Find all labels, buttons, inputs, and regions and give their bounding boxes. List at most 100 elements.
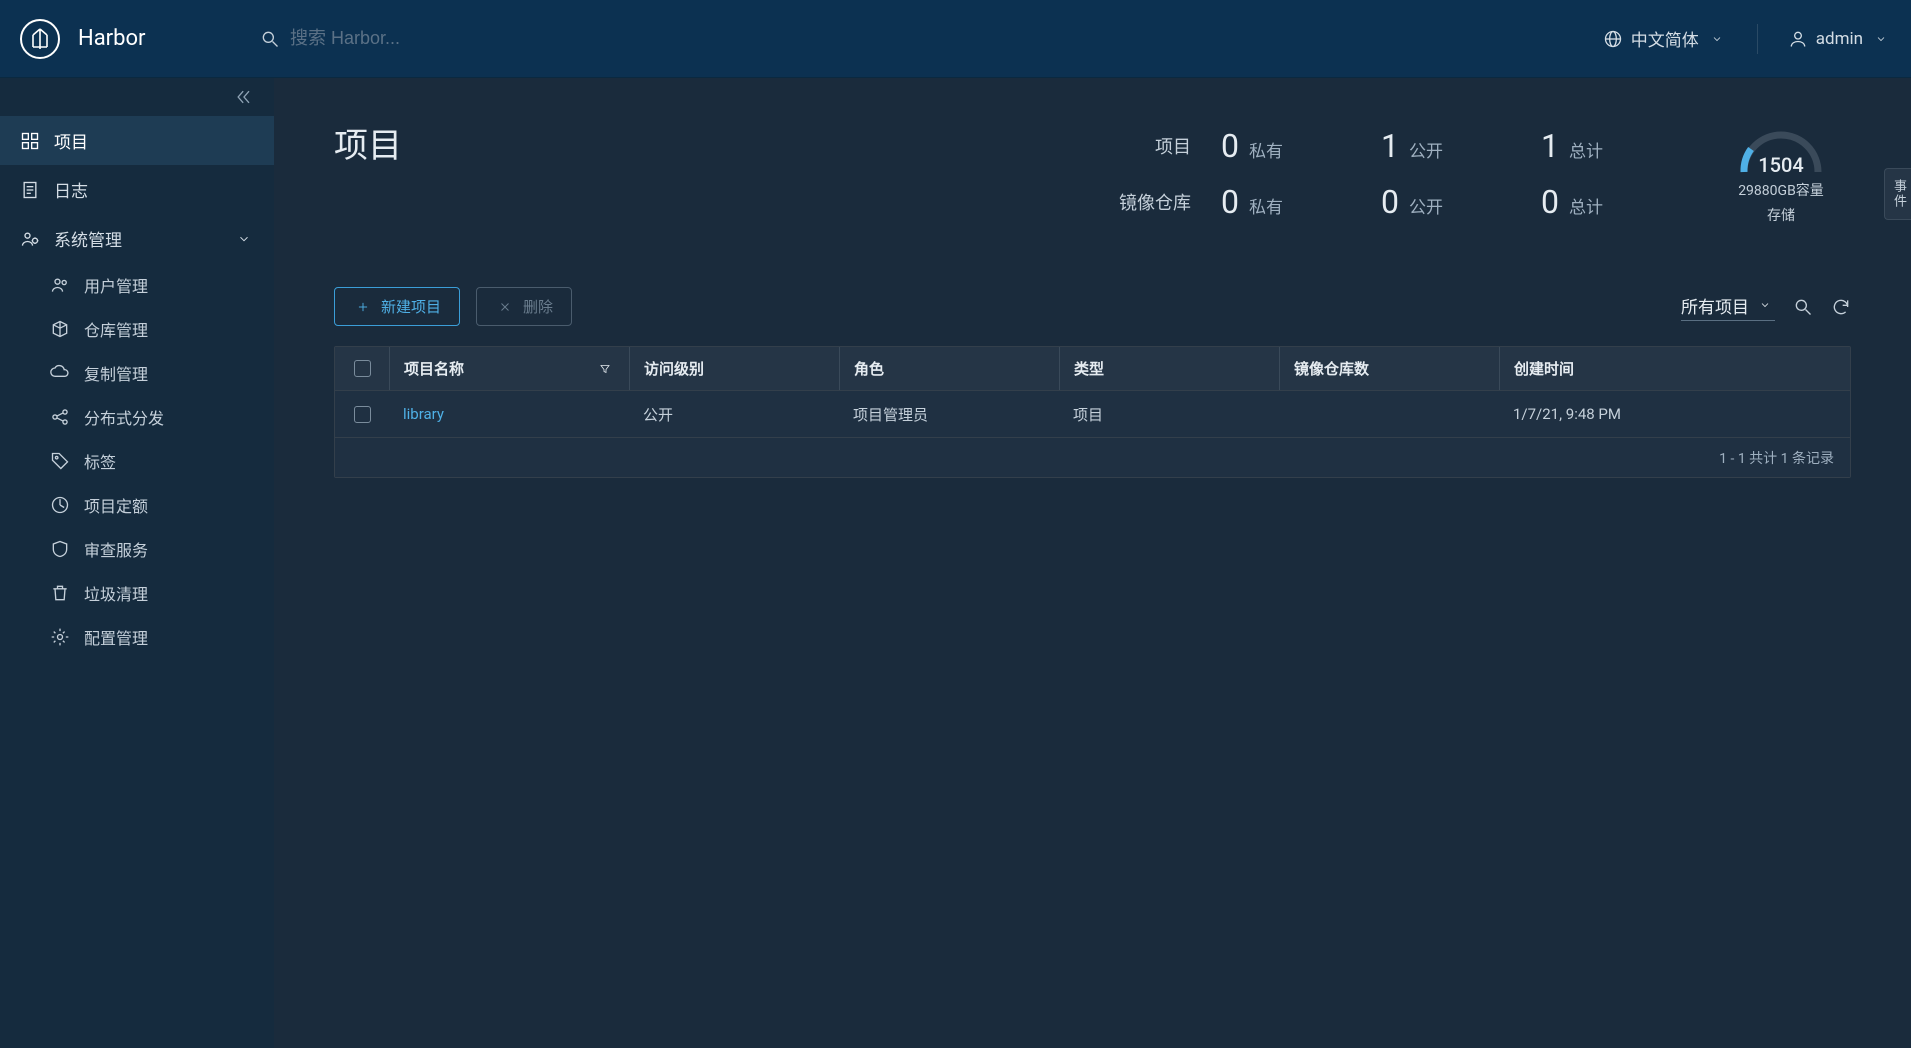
stats-sublabel: 公开 bbox=[1409, 137, 1443, 162]
stats-projects-private: 0 私有 bbox=[1221, 127, 1351, 165]
sidebar-item-replication[interactable]: 复制管理 bbox=[30, 351, 274, 395]
sidebar-item-interrogation[interactable]: 审查服务 bbox=[30, 527, 274, 571]
stats-repos-private: 0 私有 bbox=[1221, 183, 1351, 221]
sidebar-item-distribution[interactable]: 分布式分发 bbox=[30, 395, 274, 439]
button-label: 新建项目 bbox=[381, 296, 441, 317]
stats-value: 1 bbox=[1541, 127, 1559, 165]
sidebar-item-registries[interactable]: 仓库管理 bbox=[30, 307, 274, 351]
table-header: 项目名称 访问级别 角色 类型 镜像仓库数 创建时间 bbox=[335, 347, 1850, 391]
search-icon bbox=[260, 29, 280, 49]
row-checkbox-cell bbox=[335, 391, 389, 437]
projects-table: 项目名称 访问级别 角色 类型 镜像仓库数 创建时间 library bbox=[334, 346, 1851, 478]
stats-row2-label: 镜像仓库 bbox=[1119, 189, 1191, 215]
column-label: 角色 bbox=[854, 358, 884, 379]
refresh-icon[interactable] bbox=[1831, 297, 1851, 317]
sidebar-item-label: 分布式分发 bbox=[84, 405, 164, 429]
stats-sublabel: 公开 bbox=[1409, 193, 1443, 218]
storage-widget: 1504 29880GB容量 存储 bbox=[1711, 127, 1851, 227]
cell-name: library bbox=[389, 391, 629, 437]
harbor-logo-icon bbox=[20, 19, 60, 59]
chevron-down-icon bbox=[234, 229, 254, 249]
search-box[interactable] bbox=[260, 28, 960, 49]
column-header-access[interactable]: 访问级别 bbox=[629, 347, 839, 390]
column-label: 访问级别 bbox=[644, 358, 704, 379]
button-label: 删除 bbox=[523, 296, 553, 317]
collapse-icon[interactable] bbox=[234, 87, 254, 107]
sidebar: 项目 日志 系统管理 用户管理 bbox=[0, 78, 274, 1048]
stats-projects-total: 1 总计 bbox=[1541, 127, 1671, 165]
sidebar-item-label: 配置管理 bbox=[84, 625, 148, 649]
sidebar-item-users[interactable]: 用户管理 bbox=[30, 263, 274, 307]
new-project-button[interactable]: 新建项目 bbox=[334, 287, 460, 326]
header-checkbox-cell bbox=[335, 347, 389, 390]
user-menu[interactable]: admin bbox=[1788, 29, 1891, 49]
select-all-checkbox[interactable] bbox=[354, 360, 371, 377]
column-header-type[interactable]: 类型 bbox=[1059, 347, 1279, 390]
trash-icon bbox=[50, 583, 70, 603]
sidebar-item-admin[interactable]: 系统管理 bbox=[0, 214, 274, 263]
search-input[interactable] bbox=[290, 28, 960, 49]
logs-icon bbox=[20, 180, 40, 200]
delete-button[interactable]: 删除 bbox=[476, 287, 572, 326]
filter-icon[interactable] bbox=[595, 359, 615, 379]
search-icon[interactable] bbox=[1793, 297, 1813, 317]
stats-value: 0 bbox=[1221, 183, 1239, 221]
stats-repos-public: 0 公开 bbox=[1381, 183, 1511, 221]
column-label: 镜像仓库数 bbox=[1294, 358, 1369, 379]
column-header-role[interactable]: 角色 bbox=[839, 347, 1059, 390]
shield-icon bbox=[50, 539, 70, 559]
stats-grid: 项目 0 私有 1 公开 1 总计 镜像仓库 0 bbox=[1119, 127, 1671, 221]
app-header: Harbor 中文简体 bbox=[0, 0, 1911, 78]
table-footer: 1 - 1 共计 1 条记录 bbox=[335, 437, 1850, 477]
storage-capacity: 29880GB容量 bbox=[1738, 181, 1824, 202]
sidebar-item-label: 复制管理 bbox=[84, 361, 148, 385]
cell-repos bbox=[1279, 391, 1499, 437]
user-icon bbox=[1788, 29, 1808, 49]
quota-icon bbox=[50, 495, 70, 515]
project-link[interactable]: library bbox=[403, 405, 444, 423]
column-header-repos[interactable]: 镜像仓库数 bbox=[1279, 347, 1499, 390]
sidebar-item-quotas[interactable]: 项目定额 bbox=[30, 483, 274, 527]
users-icon bbox=[50, 275, 70, 295]
gauge-value: 1504 bbox=[1736, 153, 1826, 177]
rail-label: 事件 bbox=[1891, 179, 1906, 209]
language-switcher[interactable]: 中文简体 bbox=[1603, 26, 1727, 51]
stats-sublabel: 总计 bbox=[1569, 137, 1603, 162]
projects-icon bbox=[20, 131, 40, 151]
share-icon bbox=[50, 407, 70, 427]
storage-gauge: 1504 bbox=[1736, 127, 1826, 177]
storage-label: 存储 bbox=[1767, 206, 1795, 227]
project-filter-select[interactable]: 所有项目 bbox=[1681, 293, 1775, 321]
sidebar-item-label: 日志 bbox=[54, 177, 88, 202]
sidebar-item-label: 项目定额 bbox=[84, 493, 148, 517]
cube-icon bbox=[50, 319, 70, 339]
stats-value: 0 bbox=[1541, 183, 1559, 221]
language-label: 中文简体 bbox=[1631, 26, 1699, 51]
sidebar-item-logs[interactable]: 日志 bbox=[0, 165, 274, 214]
stats-repos-total: 0 总计 bbox=[1541, 183, 1671, 221]
chevron-down-icon bbox=[1755, 295, 1775, 315]
filter-label: 所有项目 bbox=[1681, 293, 1749, 318]
plus-icon bbox=[353, 297, 373, 317]
cloud-sync-icon bbox=[50, 363, 70, 383]
sidebar-item-label: 仓库管理 bbox=[84, 317, 148, 341]
chevron-down-icon bbox=[1871, 29, 1891, 49]
sidebar-item-labels[interactable]: 标签 bbox=[30, 439, 274, 483]
column-header-name[interactable]: 项目名称 bbox=[389, 347, 629, 390]
globe-icon bbox=[1603, 29, 1623, 49]
header-right: 中文简体 admin bbox=[1603, 24, 1891, 54]
pagination-summary: 1 - 1 共计 1 条记录 bbox=[1719, 448, 1834, 468]
sidebar-item-label: 审查服务 bbox=[84, 537, 148, 561]
sidebar-item-gc[interactable]: 垃圾清理 bbox=[30, 571, 274, 615]
toolbar-right: 所有项目 bbox=[1681, 293, 1851, 321]
sidebar-item-projects[interactable]: 项目 bbox=[0, 116, 274, 165]
brand-text: Harbor bbox=[78, 26, 145, 51]
column-label: 项目名称 bbox=[404, 358, 464, 379]
row-checkbox[interactable] bbox=[354, 406, 371, 423]
column-header-created[interactable]: 创建时间 bbox=[1499, 347, 1850, 390]
events-rail-tab[interactable]: 事件 bbox=[1884, 168, 1911, 220]
stats-sublabel: 私有 bbox=[1249, 137, 1283, 162]
sidebar-collapse-row bbox=[0, 78, 274, 116]
sidebar-item-config[interactable]: 配置管理 bbox=[30, 615, 274, 659]
table-row: library 公开 项目管理员 项目 1/7/21, 9:48 PM bbox=[335, 391, 1850, 437]
